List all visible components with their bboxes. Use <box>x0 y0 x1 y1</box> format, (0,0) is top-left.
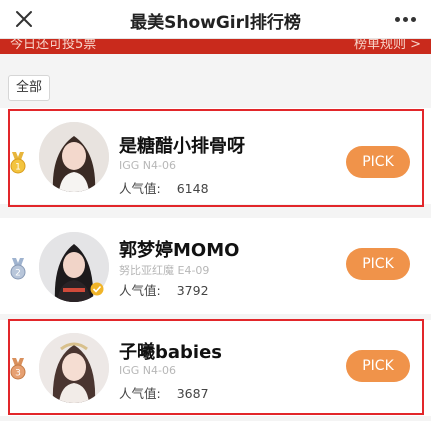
popularity: 人气值: 3792 <box>119 280 209 299</box>
more-dots-icon[interactable] <box>395 17 417 23</box>
rank-number: 2 <box>15 269 21 279</box>
highlight-box <box>8 109 424 207</box>
ranking-item: 2 郭梦婷MOMO 努比亚红魔 E4-09 人气值: 3792 PICK <box>0 218 431 314</box>
remaining-votes-text: 今日还可投5票 <box>10 39 97 52</box>
booth-info: 努比亚红魔 E4-09 <box>119 264 210 277</box>
popularity-value: 3792 <box>176 283 209 298</box>
navigation-bar: 最美ShowGirl排行榜 <box>0 0 431 39</box>
pick-button[interactable]: PICK <box>346 248 410 280</box>
page-title: 最美ShowGirl排行榜 <box>130 13 301 33</box>
popularity-label: 人气值: <box>119 283 161 298</box>
silver-medal-icon: 2 <box>10 258 26 280</box>
rules-link[interactable]: 榜单规则 > <box>354 39 421 52</box>
vote-info-bar: 今日还可投5票 榜单规则 > <box>0 39 431 54</box>
filter-all-tab[interactable]: 全部 <box>8 75 50 101</box>
showgirl-name: 郭梦婷MOMO <box>119 240 240 261</box>
verified-badge-icon <box>90 282 104 296</box>
highlight-box <box>8 319 424 415</box>
